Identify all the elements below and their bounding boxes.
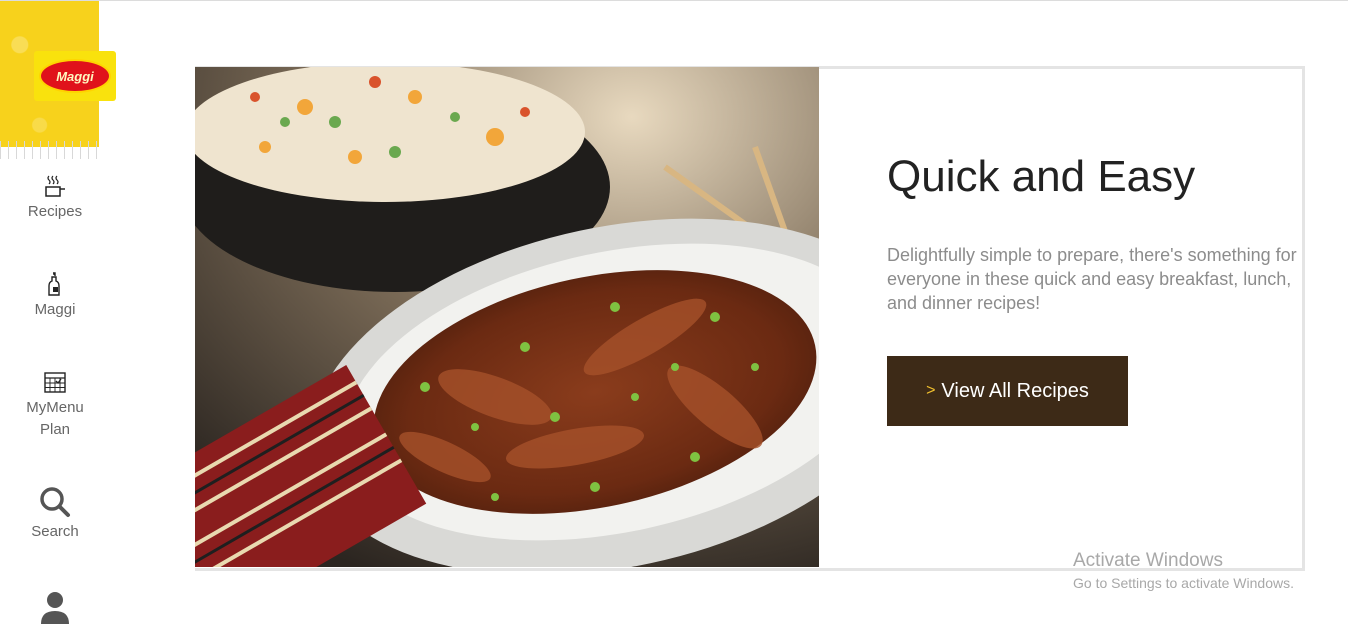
view-all-recipes-button[interactable]: > View All Recipes xyxy=(887,356,1128,426)
button-label: View All Recipes xyxy=(941,379,1089,402)
search-icon xyxy=(40,487,70,517)
maggi-bottle-icon xyxy=(48,272,60,296)
sidebar-item-mymenu-plan[interactable]: MyMenu Plan xyxy=(0,369,110,441)
chevron-right-icon: > xyxy=(926,382,936,399)
calendar-icon xyxy=(44,372,66,393)
hero-title: Quick and Easy xyxy=(887,152,1196,201)
sidebar-item-label: MyMenu Plan xyxy=(26,399,84,438)
food-photo xyxy=(195,67,819,567)
sidebar-item-label: Recipes xyxy=(27,203,83,220)
sidebar-item-label: Maggi xyxy=(34,301,76,318)
watermark-title: Activate Windows xyxy=(1073,550,1223,571)
maggi-logo[interactable]: Maggi xyxy=(34,51,116,101)
hero-image xyxy=(195,67,819,567)
sidebar-item-profile[interactable] xyxy=(0,590,110,626)
hero-description: Delightfully simple to prepare, there's … xyxy=(887,245,1297,313)
watermark-subtitle: Go to Settings to activate Windows. xyxy=(1073,575,1294,591)
sidebar-item-recipes[interactable]: Recipes xyxy=(0,173,110,223)
sidebar-item-label: Search xyxy=(31,523,79,540)
hero-content: Quick and Easy Delightfully simple to pr… xyxy=(887,151,1307,315)
sidebar: Maggi Recipes Maggi MyMenu Plan Search xyxy=(0,1,116,626)
brand-ticks xyxy=(0,141,99,159)
sidebar-item-maggi[interactable]: Maggi xyxy=(0,271,110,321)
logo-text: Maggi xyxy=(39,59,111,93)
activate-windows-watermark: Activate Windows Go to Settings to activ… xyxy=(1073,550,1294,594)
user-icon xyxy=(41,592,69,624)
cooking-pot-icon xyxy=(45,175,65,197)
sidebar-item-search[interactable]: Search xyxy=(0,485,110,543)
